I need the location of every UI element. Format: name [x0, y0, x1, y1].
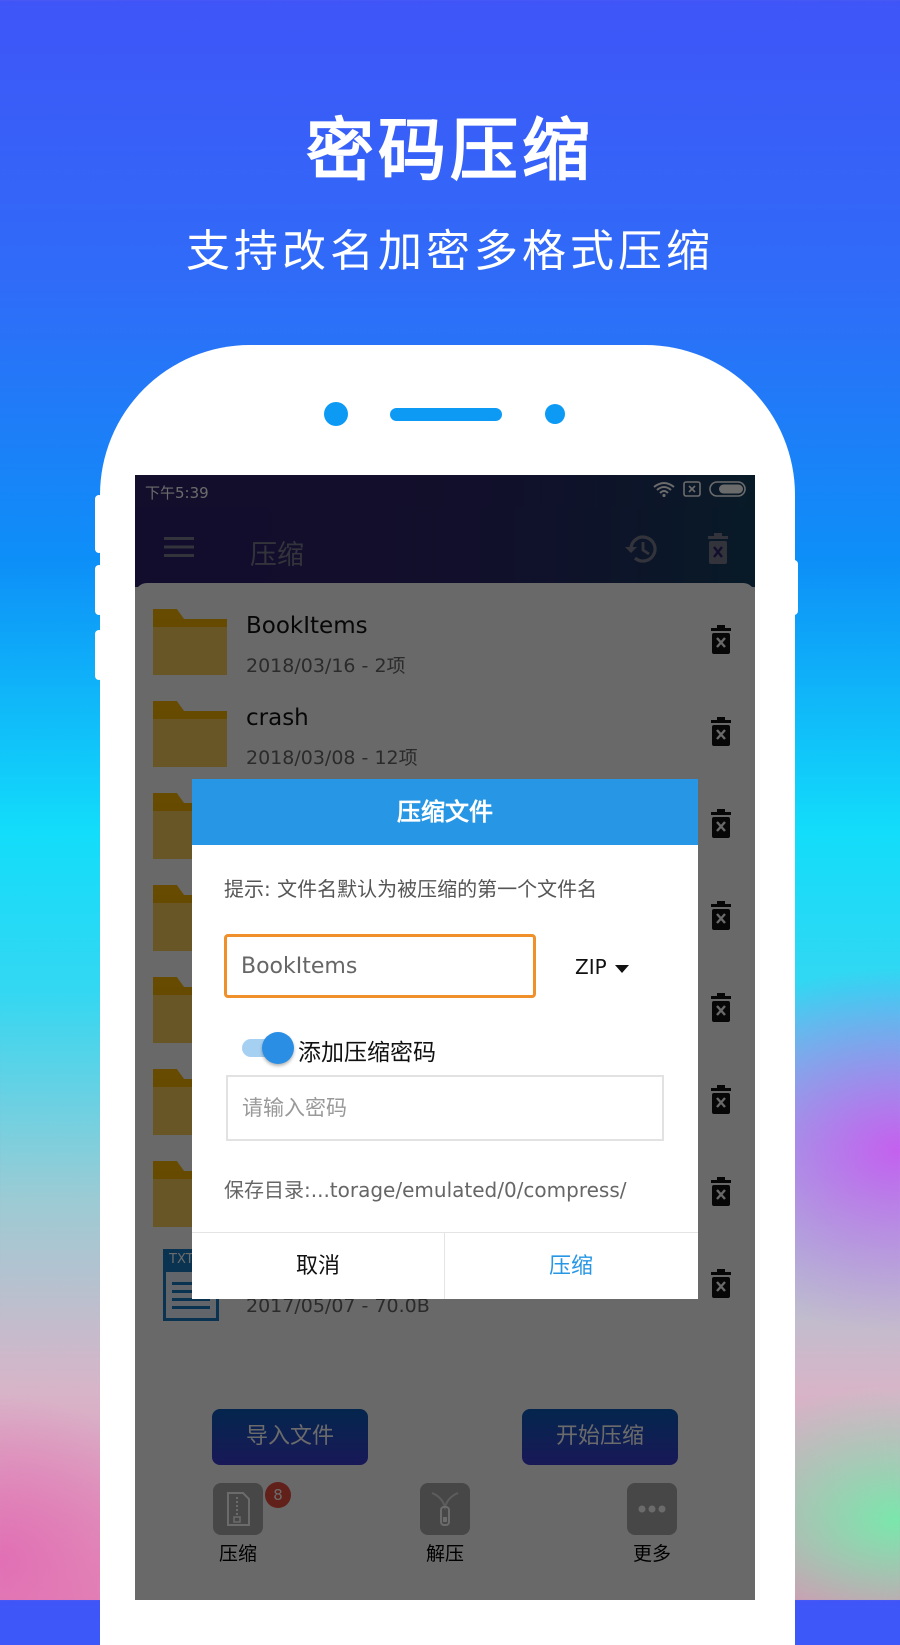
- phone-side-button: [95, 630, 103, 680]
- cancel-button[interactable]: 取消: [192, 1233, 444, 1299]
- filename-input[interactable]: [224, 934, 536, 998]
- phone-side-button: [95, 495, 103, 553]
- dialog-footer: 取消 压缩: [192, 1232, 698, 1299]
- dialog-hint: 提示: 文件名默认为被压缩的第一个文件名: [224, 877, 598, 901]
- phone-side-button: [790, 560, 798, 615]
- save-path: 保存目录:...torage/emulated/0/compress/: [224, 1178, 627, 1202]
- format-dropdown[interactable]: ZIP: [575, 955, 629, 979]
- password-toggle-label: 添加压缩密码: [298, 1040, 436, 1066]
- dialog-title: 压缩文件: [192, 779, 698, 845]
- phone-camera: [324, 402, 348, 426]
- format-selected: ZIP: [575, 955, 607, 979]
- phone-sensor: [545, 404, 565, 424]
- hero-subtitle: 支持改名加密多格式压缩: [186, 226, 714, 277]
- app-screen: 下午5:39 压缩 BookItems 201: [135, 475, 755, 1600]
- phone-side-button: [95, 565, 103, 615]
- hero-title: 密码压缩: [305, 112, 594, 191]
- password-toggle[interactable]: [242, 1032, 294, 1064]
- phone-speaker: [390, 408, 502, 421]
- confirm-compress-button[interactable]: 压缩: [445, 1233, 697, 1299]
- password-input[interactable]: 请输入密码: [226, 1075, 664, 1141]
- dropdown-caret-icon: [614, 964, 629, 973]
- compress-dialog: 压缩文件 提示: 文件名默认为被压缩的第一个文件名 ZIP 添加压缩密码 请输入…: [192, 779, 698, 1299]
